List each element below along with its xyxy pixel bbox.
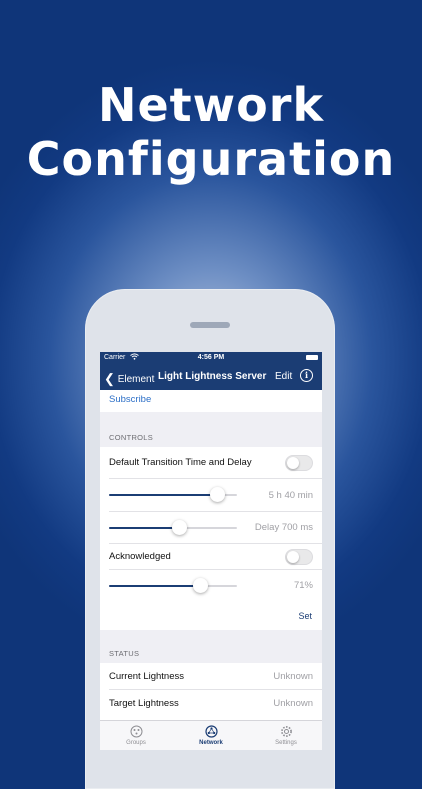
chevron-left-icon: ❮ <box>104 371 115 386</box>
tab-bar: Groups Network Settings <box>100 720 322 750</box>
transition-label: Default Transition Time and Delay <box>109 457 252 468</box>
tab-label: Network <box>199 740 223 746</box>
slider-fill <box>109 585 200 587</box>
groups-icon <box>130 725 143 738</box>
acknowledged-row: Acknowledged <box>100 544 322 570</box>
network-icon <box>204 725 218 738</box>
headline-line-1: Network <box>97 78 325 132</box>
back-button[interactable]: ❮ Element <box>104 370 154 386</box>
status-row: Target Lightness Unknown <box>100 690 322 720</box>
status-row-value: Unknown <box>273 698 313 709</box>
delay-value: Delay 700 ms <box>254 522 313 533</box>
page-title: Light Lightness Server <box>158 371 267 382</box>
slider-fill <box>109 527 179 529</box>
tab-network[interactable]: Network <box>181 725 241 746</box>
status-section-header: STATUS <box>109 649 140 658</box>
set-button[interactable]: Set <box>298 611 312 621</box>
status-row-label: Target Lightness <box>109 698 179 709</box>
status-row-label: Current Lightness <box>109 671 184 682</box>
subscribe-link[interactable]: Subscribe <box>109 394 151 405</box>
acknowledged-toggle[interactable] <box>285 549 313 565</box>
lightness-row: 71% Set <box>100 570 322 630</box>
lightness-slider[interactable] <box>109 578 237 594</box>
delay-slider[interactable] <box>109 520 237 536</box>
status-row: Current Lightness Unknown <box>100 663 322 690</box>
lightness-value: 71% <box>293 580 313 591</box>
transition-time-slider[interactable] <box>109 487 237 503</box>
transition-time-row: 5 h 40 min <box>100 479 322 512</box>
slider-thumb[interactable] <box>193 578 208 593</box>
edit-button[interactable]: Edit <box>275 371 292 382</box>
headline-line-2: Configuration <box>26 132 396 186</box>
tab-label: Settings <box>275 740 297 746</box>
tab-label: Groups <box>126 740 146 746</box>
slider-thumb[interactable] <box>210 487 225 502</box>
slider-thumb[interactable] <box>172 520 187 535</box>
status-bar: Carrier 4:56 PM <box>100 352 322 364</box>
phone-screen: Carrier 4:56 PM ❮ Element Light Lightnes… <box>100 352 322 750</box>
navigation-bar: ❮ Element Light Lightness Server Edit i <box>100 364 322 390</box>
battery-icon <box>306 355 318 360</box>
controls-section-header: CONTROLS <box>109 433 154 442</box>
tab-settings[interactable]: Settings <box>256 725 316 746</box>
toggle-knob <box>287 457 299 469</box>
toggle-knob <box>287 551 299 563</box>
transition-row: Default Transition Time and Delay <box>100 447 322 479</box>
acknowledged-label: Acknowledged <box>109 551 171 562</box>
status-row-value: Unknown <box>273 671 313 682</box>
info-icon[interactable]: i <box>300 369 313 382</box>
tab-groups[interactable]: Groups <box>106 725 166 746</box>
transition-time-value: 5 h 40 min <box>268 490 313 501</box>
transition-toggle[interactable] <box>285 455 313 471</box>
subscribe-row[interactable]: Subscribe <box>100 390 322 412</box>
back-button-label: Element <box>117 374 155 385</box>
clock: 4:56 PM <box>197 354 225 361</box>
delay-row: Delay 700 ms <box>100 512 322 544</box>
gear-icon <box>280 725 293 738</box>
slider-fill <box>109 494 217 496</box>
phone-speaker <box>190 322 230 328</box>
